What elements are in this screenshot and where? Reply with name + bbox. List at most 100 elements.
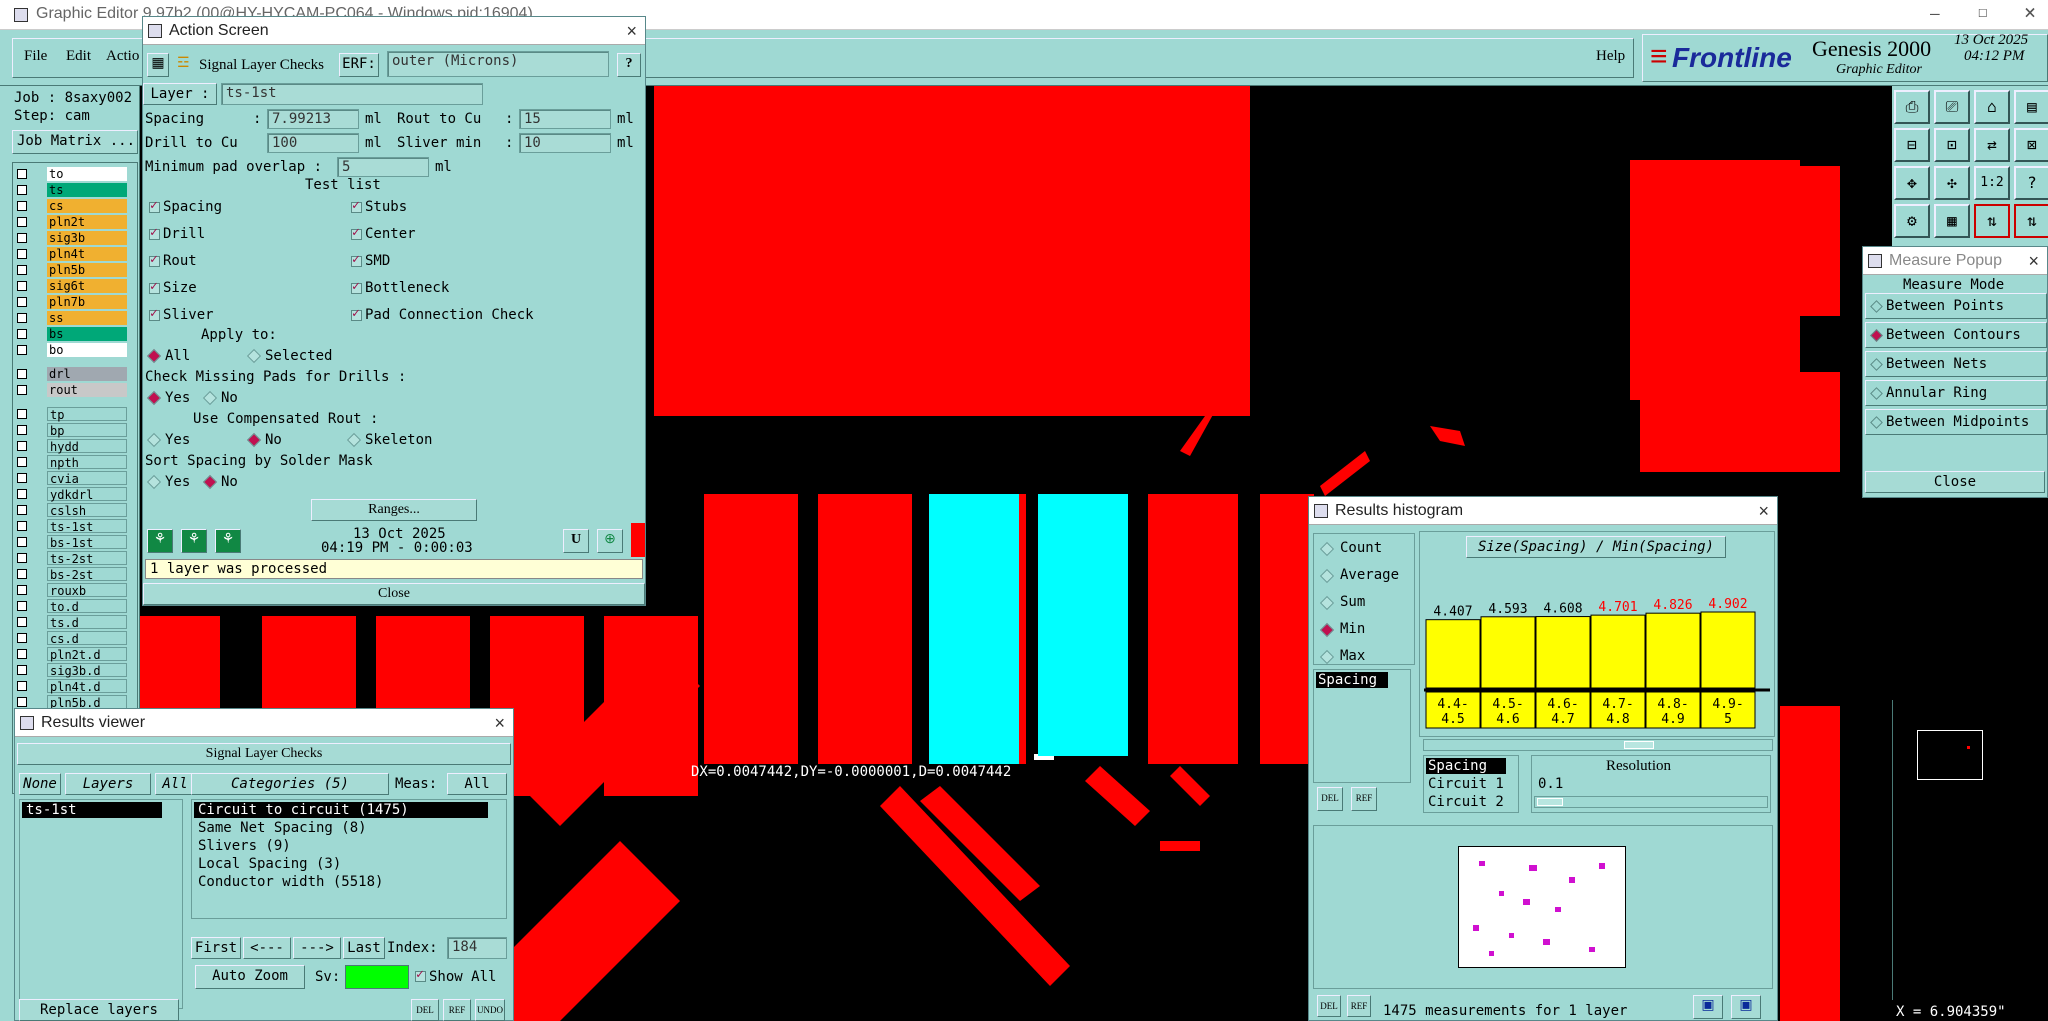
test-bottleneck-checkbox[interactable] [351,279,362,294]
menu-file[interactable]: File [24,48,47,65]
layer-checkbox[interactable] [17,505,27,515]
scroll-thumb[interactable] [1624,741,1654,749]
histogram-scrollbar[interactable] [1423,739,1773,751]
mode-max-radio[interactable] [1319,649,1335,665]
run-selected-icon[interactable]: ⚘ [181,529,207,553]
layer-checkbox[interactable] [17,633,27,643]
layer-checkbox[interactable] [17,585,27,595]
layer-checkbox[interactable] [17,425,27,435]
close-icon[interactable]: × [2024,0,2036,24]
layer-row[interactable]: sig3b [17,231,133,245]
toolbar-btn-8-icon[interactable]: ⊠ [2014,128,2048,162]
layer-checkbox[interactable] [17,233,27,243]
grid-icon[interactable]: ▦ [1934,204,1970,238]
test-stubs-checkbox[interactable] [351,198,362,213]
apply-selected-radio[interactable] [246,348,262,364]
layer-row[interactable]: cslsh [17,503,133,518]
slider-thumb[interactable] [1537,798,1563,806]
toolbar-btn-1-icon[interactable]: ⎙ [1894,90,1930,124]
action-close-button[interactable]: Close [143,583,645,605]
test-pad-connection-checkbox[interactable] [351,306,362,321]
apply-all-radio[interactable] [146,348,162,364]
layer-row[interactable]: pln7b [17,295,133,309]
checklist-icon[interactable]: ▦ [147,53,169,77]
show-all-checkbox[interactable] [415,967,426,982]
close-icon[interactable]: × [1758,497,1769,525]
sort-yes-radio[interactable] [146,474,162,490]
layer-checkbox[interactable] [17,313,27,323]
sliver-field[interactable]: 10 [519,133,611,153]
menu-edit[interactable]: Edit [66,48,91,65]
layer-results-list[interactable]: ts-1st [19,799,183,1009]
category-list[interactable]: Circuit to circuit (1475) Same Net Spaci… [191,799,507,919]
measure-icon[interactable]: ⇅ [1974,204,2010,238]
rout-field[interactable]: 15 [519,109,611,129]
test-spacing-checkbox[interactable] [149,198,160,213]
drill-field[interactable]: 100 [267,133,359,153]
layer-checkbox[interactable] [17,473,27,483]
layer-checkbox[interactable] [17,329,27,339]
layer-checkbox[interactable] [17,217,27,227]
layer-item[interactable]: ts-1st [22,802,162,818]
lower-list[interactable]: Spacing Circuit 1 Circuit 2 [1423,755,1519,813]
layer-row[interactable]: to.d [17,599,133,614]
layer-row[interactable]: pln2t [17,215,133,229]
sort-no-radio[interactable] [202,474,218,490]
comp-yes-radio[interactable] [146,432,162,448]
meas-select[interactable]: All [447,773,507,795]
menu-actions[interactable]: Actio [106,48,139,65]
pan-icon[interactable]: ✣ [1934,166,1970,200]
layer-checkbox[interactable] [17,521,27,531]
layer-checkbox[interactable] [17,537,27,547]
layer-checkbox[interactable] [17,553,27,563]
toolbar-btn-13-icon[interactable]: ⚙ [1894,204,1930,238]
annular-ring-option[interactable]: Annular Ring [1865,380,2047,406]
between-midpoints-option[interactable]: Between Midpoints [1865,409,2047,435]
minimize-icon[interactable]: — [1930,4,1940,23]
layer-checkbox[interactable] [17,441,27,451]
test-sliver-checkbox[interactable] [149,306,160,321]
categories-button[interactable]: Categories (5) [191,773,389,795]
layer-row[interactable]: bo [17,343,133,357]
measure-type-item[interactable]: Spacing [1316,672,1388,688]
category-item[interactable]: Conductor width (5518) [198,874,383,890]
first-button[interactable]: First [191,937,241,959]
hist-del-icon[interactable]: DEL [1317,787,1343,811]
test-size-checkbox[interactable] [149,279,160,294]
layer-row[interactable]: cs.d [17,631,133,646]
layer-row[interactable]: ts.d [17,615,133,630]
layer-checkbox[interactable] [17,409,27,419]
close-icon[interactable]: × [2028,247,2039,275]
layer-checkbox[interactable] [17,345,27,355]
close-icon[interactable]: × [494,709,505,737]
layer-row[interactable]: cvia [17,471,133,486]
job-matrix-button[interactable]: Job Matrix ... [12,130,138,154]
category-item[interactable]: Circuit to circuit (1475) [194,802,488,818]
between-nets-option[interactable]: Between Nets [1865,351,2047,377]
comp-skeleton-radio[interactable] [346,432,362,448]
layer-row[interactable]: ts-1st [17,519,133,534]
layer-checkbox[interactable] [17,385,27,395]
layer-row[interactable]: ydkdrl [17,487,133,502]
prev-button[interactable]: <--- [243,937,291,959]
measure-type-list[interactable]: Spacing [1313,669,1411,783]
layer-row[interactable]: npth [17,455,133,470]
layer-row[interactable]: to [17,167,133,181]
missing-yes-radio[interactable] [146,390,162,406]
erf-button[interactable]: ERF: [339,53,379,77]
test-drill-checkbox[interactable] [149,225,160,240]
toolbar-btn-5-icon[interactable]: ⊟ [1894,128,1930,162]
test-center-checkbox[interactable] [351,225,362,240]
toolbar-btn-4-icon[interactable]: ▤ [2014,90,2048,124]
layer-row[interactable]: tp [17,407,133,422]
help-icon[interactable]: ? [2014,166,2048,200]
toolbar-btn-2-icon[interactable]: ⎚ [1934,90,1970,124]
all-button[interactable]: All [155,773,195,795]
del-icon[interactable]: DEL [411,999,439,1021]
overlap-field[interactable]: 5 [337,157,429,177]
layer-row[interactable]: ts [17,183,133,197]
sv-color-select[interactable] [345,965,409,989]
mode-min-radio[interactable] [1319,622,1335,638]
mode-count-radio[interactable] [1319,541,1335,557]
layer-checkbox[interactable] [17,697,27,707]
